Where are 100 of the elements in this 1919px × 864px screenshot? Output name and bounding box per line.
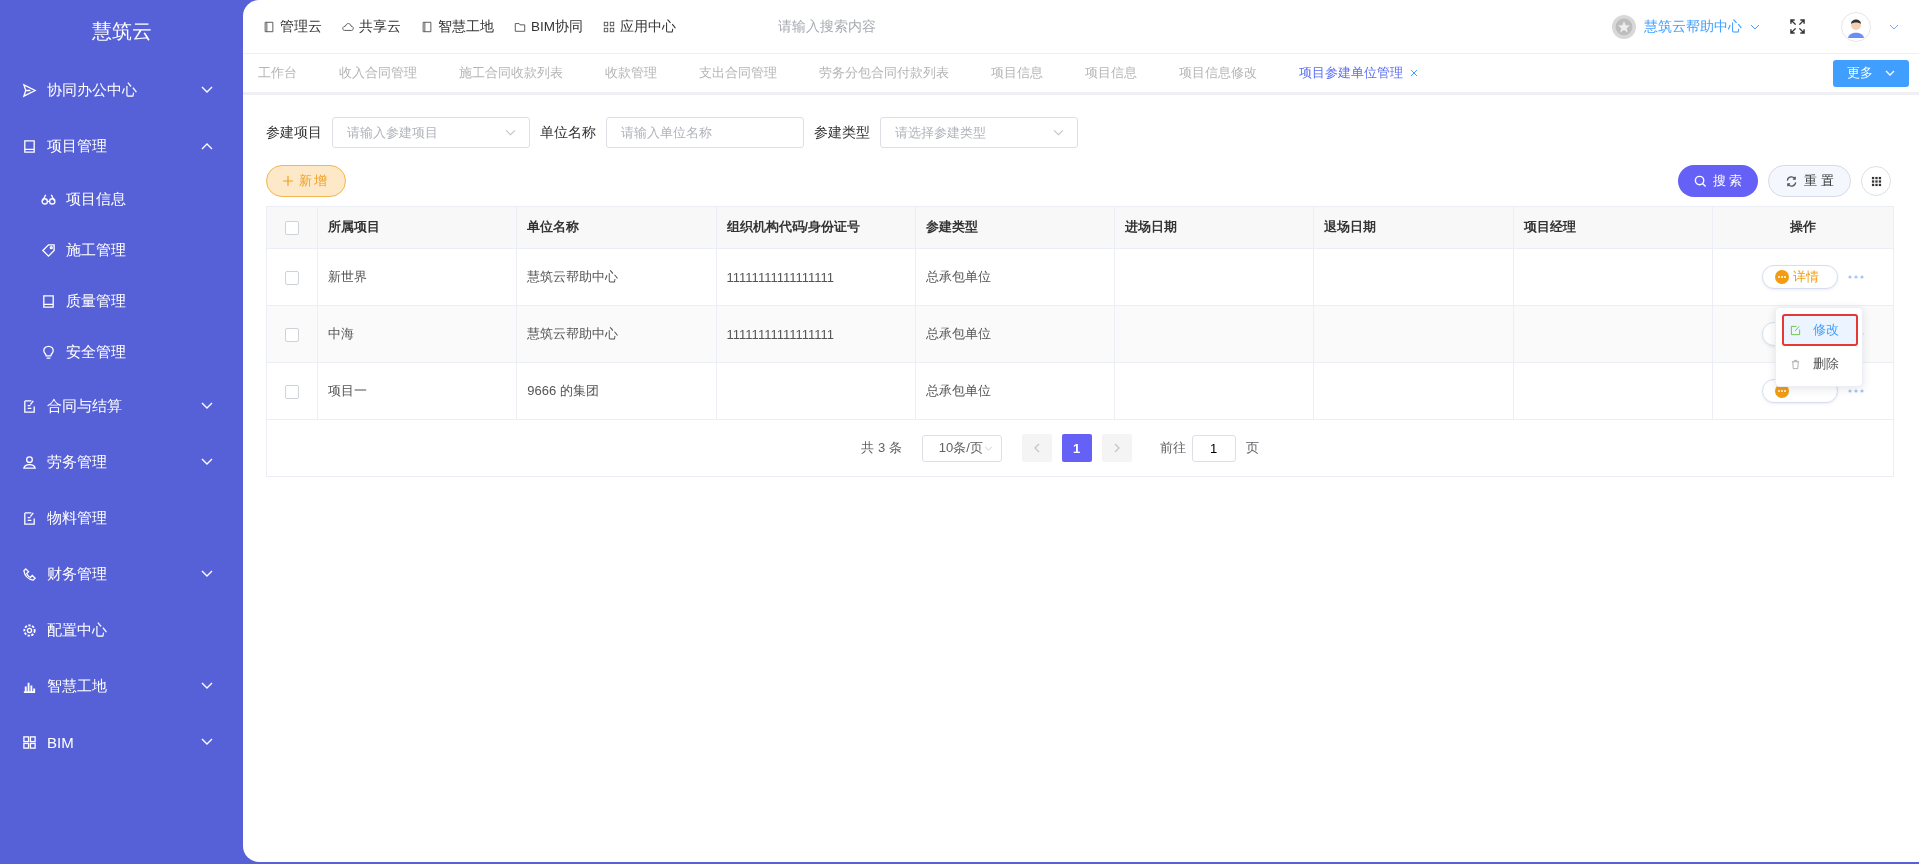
chevron-icon [201,738,213,746]
avatar-icon[interactable] [1841,11,1871,42]
more-button[interactable]: 更多 [1833,59,1909,87]
sidebar-item[interactable]: 配置中心 [0,602,243,658]
sidebar-item[interactable]: 财务管理 [0,546,243,602]
checkbox[interactable] [285,270,299,285]
close-icon[interactable] [1410,69,1418,77]
column-header: 进场日期 [1114,207,1314,249]
chevron-icon [983,445,993,451]
cloud-icon [342,20,354,33]
column-header: 操作 [1712,207,1893,249]
book-icon [421,20,433,33]
book-icon [41,294,56,309]
book-icon [22,138,37,154]
table-cell: 9666 的集团 [516,362,717,420]
send-icon [22,82,37,98]
document-icon [22,398,37,414]
table-cell: 慧筑云帮助中心 [516,305,717,363]
nav-link[interactable]: BIM协同 [514,17,583,36]
column-header: 组织机构代码/身份证号 [716,207,916,249]
glasses-icon [41,192,56,207]
app-title: 慧筑云 [90,18,153,44]
previous-page-button[interactable] [1021,434,1052,462]
column-header: 项目经理 [1513,207,1713,249]
chevron-icon [1750,23,1760,30]
chevron-icon [1053,129,1064,136]
grid-icon [22,734,37,750]
sidebar-subitem[interactable]: 施工管理 [0,225,243,276]
table-cell: 中海 [317,305,517,363]
reset-button[interactable]: 重 置 [1768,165,1851,197]
sidebar-subitem[interactable]: 质量管理 [0,276,243,327]
nav-link[interactable]: 管理云 [263,17,322,36]
input-field[interactable]: 请输入单位名称 [606,117,804,148]
next-page-button[interactable] [1101,434,1132,462]
select-field[interactable]: 请选择参建类型 [880,117,1078,148]
sidebar-item[interactable]: 物料管理 [0,490,243,546]
nav-link[interactable]: 应用中心 [603,17,676,36]
refresh-icon [1785,174,1799,188]
sidebar-item[interactable]: BIM [0,714,243,770]
search-button[interactable]: 搜 索 [1677,165,1759,197]
sidebar-item[interactable]: 项目管理 [0,118,243,174]
phone-icon [22,566,37,582]
filter-label: 单位名称 [540,123,596,142]
page-size-select[interactable]: 10条/页 [921,434,1002,462]
table-cell: 总承包单位 [915,362,1115,420]
nav-link[interactable]: 共享云 [342,17,401,36]
edit-icon [1790,324,1801,336]
chevron-left-icon [1033,443,1040,453]
chevron-icon [201,682,213,690]
table-cell: 11111111111111111 [716,305,916,363]
document-icon [22,510,37,526]
folder-icon [514,20,526,33]
filter-label: 参建项目 [266,123,322,142]
columns-button[interactable] [1861,166,1891,196]
sidebar-subitem[interactable]: 项目信息 [0,174,243,225]
gear-icon [22,622,37,638]
checkbox[interactable] [285,220,299,235]
chevron-icon [201,86,213,94]
chevron-icon [505,129,516,136]
help-center-link[interactable]: 慧筑云帮助中心 [1612,14,1760,39]
nav-link[interactable]: 智慧工地 [421,17,494,36]
menu-item[interactable]: 删除 [1776,348,1862,380]
chevron-right-icon [1113,443,1120,453]
chevron-icon [201,402,213,410]
chevron-icon [201,458,213,466]
sidebar-item[interactable]: 协同办公中心 [0,62,243,118]
select-field[interactable]: 请输入参建项目 [332,117,530,148]
sidebar-item[interactable]: 智慧工地 [0,658,243,714]
table-cell: 慧筑云帮助中心 [516,248,717,306]
total-count: 共 3 条 [861,439,902,457]
star-badge-icon [1612,14,1636,39]
fullscreen-icon[interactable] [1790,19,1805,34]
column-header: 退场日期 [1313,207,1514,249]
chevron-icon [201,142,213,150]
checkbox[interactable] [285,327,299,342]
checkbox[interactable] [285,384,299,399]
sidebar-item[interactable]: 劳务管理 [0,434,243,490]
table-cell: 新世界 [317,248,517,306]
grid-icon [603,20,615,33]
chevron-icon[interactable] [1889,23,1899,30]
trash-icon [1790,358,1801,370]
page-suffix: 页 [1245,439,1259,457]
bulb-icon [41,345,56,360]
more-dots-icon [1775,270,1789,284]
tab[interactable]: 项目参建单位管理 [1299,64,1439,82]
column-header: 所属项目 [317,207,517,249]
sidebar-item[interactable]: 合同与结算 [0,378,243,434]
page-button[interactable]: 1 [1061,434,1092,462]
sidebar-subitem[interactable]: 安全管理 [0,327,243,378]
tag-icon [41,243,56,258]
page-input[interactable]: 1 [1191,434,1236,462]
plus-icon [283,176,293,186]
person-icon [22,454,37,470]
chevron-icon [1885,70,1895,76]
column-header: 单位名称 [516,207,717,249]
filter-label: 参建类型 [814,123,870,142]
book-icon [263,20,275,33]
menu-item[interactable]: 修改 [1782,314,1858,346]
grid-icon [1870,175,1882,187]
table-cell: 11111111111111111 [716,248,916,306]
